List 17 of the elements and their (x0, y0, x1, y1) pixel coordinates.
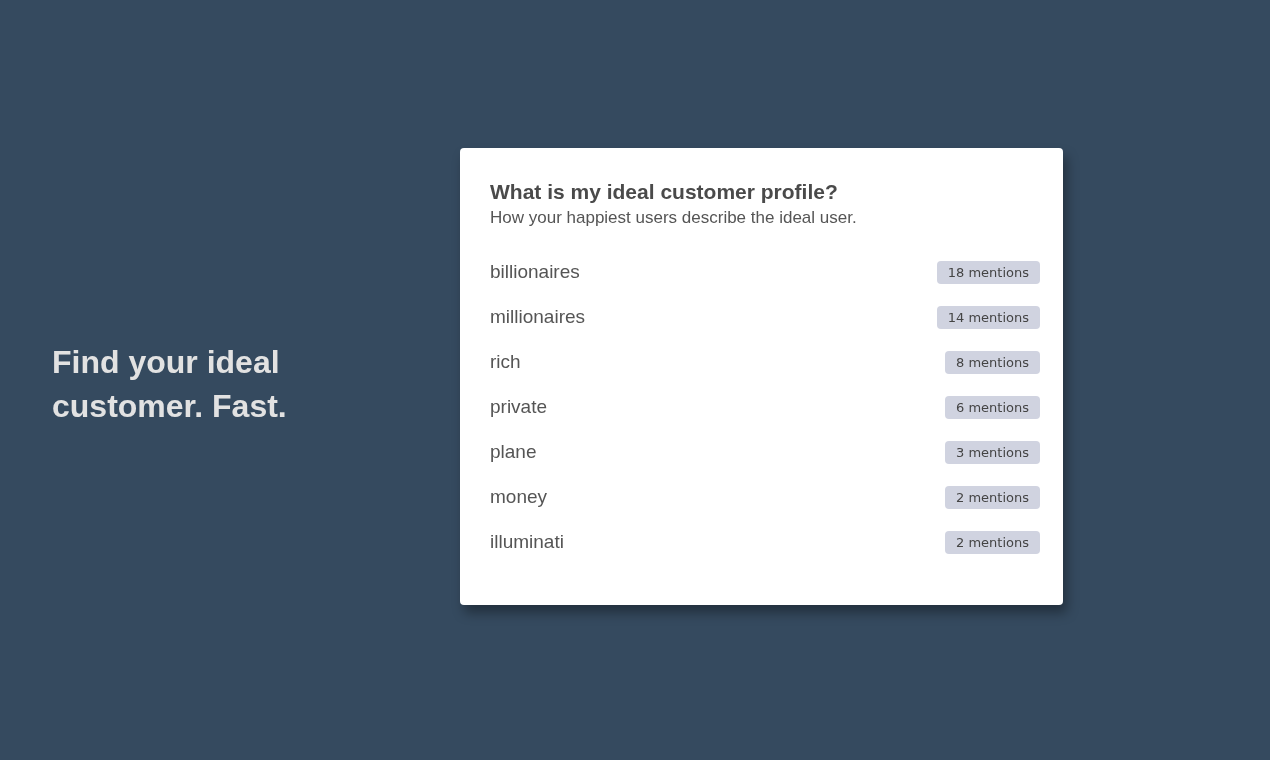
mentions-badge: 6 mentions (945, 395, 1040, 419)
mentions-badge: 8 mentions (945, 350, 1040, 374)
term-label: millionaires (490, 306, 586, 328)
mentions-badge: 14 mentions (936, 305, 1040, 329)
card-subtitle: How your happiest users describe the ideal user. (490, 207, 858, 228)
mentions-badge: 18 mentions (936, 260, 1040, 284)
term-label: billionaires (490, 261, 580, 283)
mentions-badge: 3 mentions (945, 440, 1040, 464)
headline: Find your ideal customer. Fast. (52, 343, 288, 426)
term-label: private (490, 396, 548, 418)
mentions-badge: 2 mentions (945, 530, 1040, 554)
term-label: plane (490, 441, 537, 463)
mentions-badge: 2 mentions (945, 485, 1040, 509)
term-label: illuminati (490, 531, 564, 553)
term-label: money (490, 486, 548, 508)
card-title: What is my ideal customer profile? (490, 179, 839, 204)
term-label: rich (490, 351, 521, 373)
